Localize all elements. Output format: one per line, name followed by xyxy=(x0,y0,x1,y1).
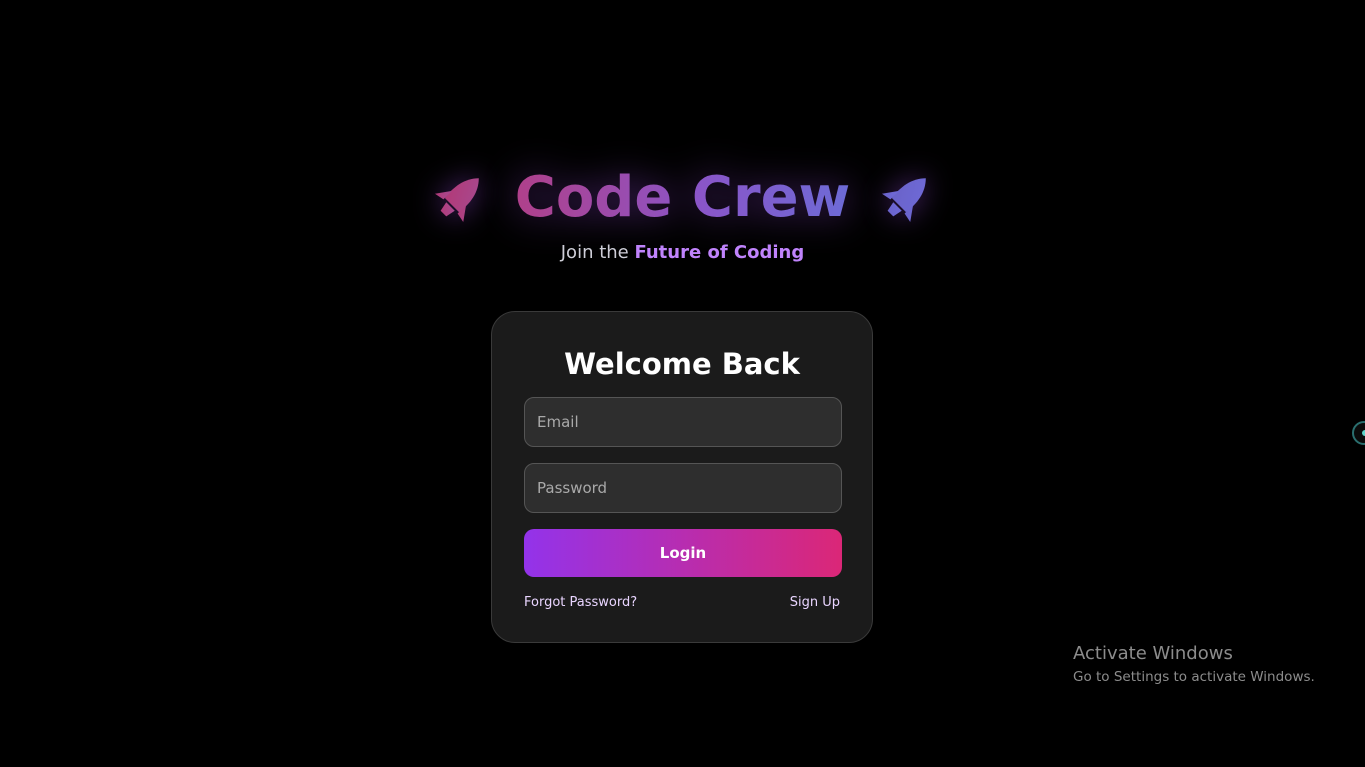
login-page: Code Crew Join the Future of Coding Welc… xyxy=(0,0,1365,767)
windows-activation-watermark: Activate Windows Go to Settings to activ… xyxy=(1073,643,1315,687)
tagline: Join the Future of Coding xyxy=(0,242,1365,263)
rocket-icon xyxy=(876,168,936,228)
watermark-subtitle: Go to Settings to activate Windows. xyxy=(1073,669,1315,685)
brand-header: Code Crew Join the Future of Coding xyxy=(0,160,1365,263)
rocket-icon xyxy=(429,168,489,228)
floating-widget-icon[interactable] xyxy=(1352,421,1365,445)
brand-title: Code Crew xyxy=(514,165,851,230)
brand-row: Code Crew xyxy=(0,160,1365,236)
watermark-title: Activate Windows xyxy=(1073,643,1233,664)
password-field[interactable] xyxy=(524,463,842,513)
email-field[interactable] xyxy=(524,397,842,447)
sign-up-link[interactable]: Sign Up xyxy=(790,595,840,610)
tagline-accent: Future of Coding xyxy=(634,242,805,263)
login-button[interactable]: Login xyxy=(524,529,842,577)
login-card: Welcome Back Login Forgot Password? Sign… xyxy=(491,311,873,643)
forgot-password-link[interactable]: Forgot Password? xyxy=(524,595,637,610)
card-title: Welcome Back xyxy=(564,347,800,381)
tagline-prefix: Join the xyxy=(560,242,635,263)
card-links: Forgot Password? Sign Up xyxy=(524,595,840,610)
